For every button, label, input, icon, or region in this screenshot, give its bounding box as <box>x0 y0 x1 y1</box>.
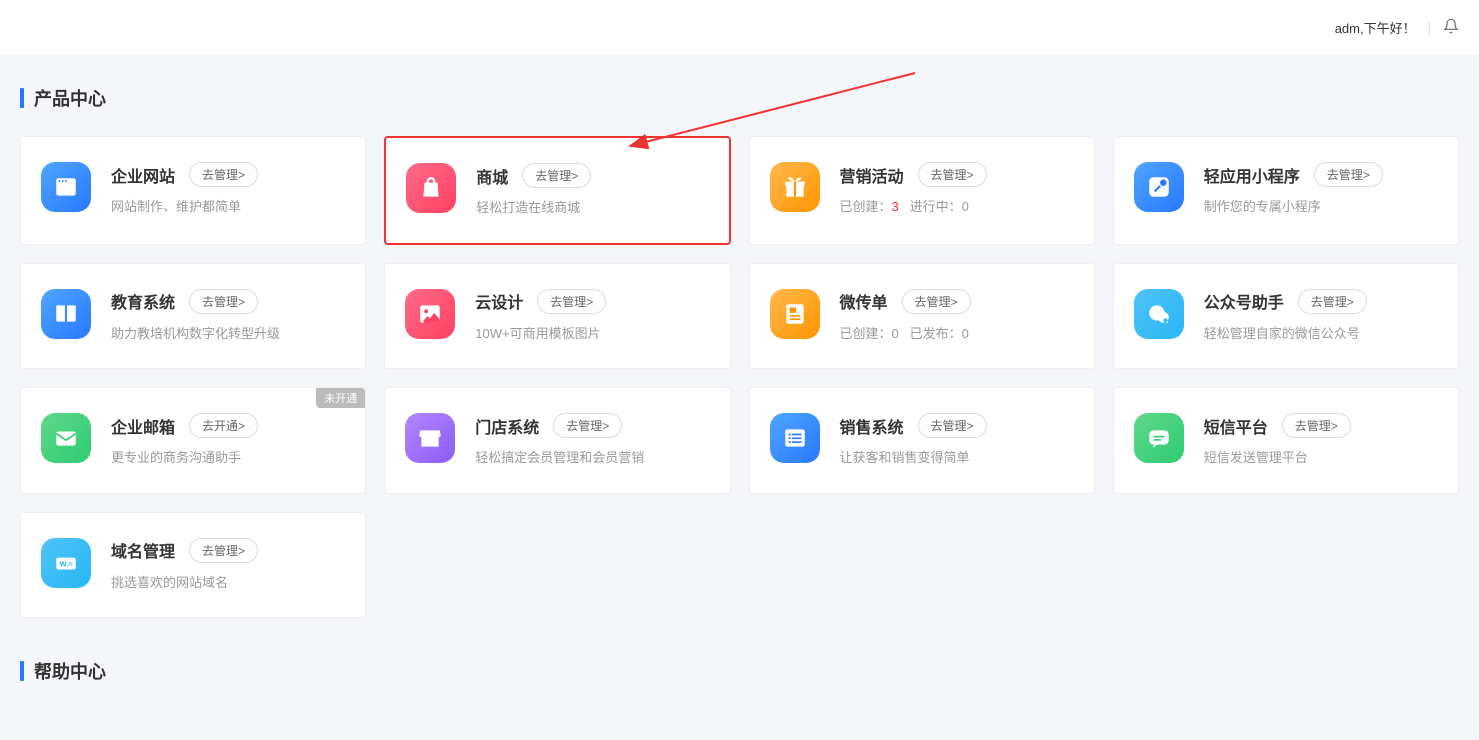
product-card[interactable]: 短信平台 去管理> 短信发送管理平台 <box>1113 387 1459 494</box>
product-card[interactable]: 门店系统 去管理> 轻松搞定会员管理和会员营销 <box>384 387 730 494</box>
manage-button[interactable]: 去管理> <box>189 538 258 563</box>
product-card[interactable]: 商城 去管理> 轻松打造在线商城 <box>384 136 730 245</box>
product-card[interactable]: 微传单 去管理> 已创建：0 已发布：0 <box>749 263 1095 370</box>
card-desc: 更专业的商务沟通助手 <box>111 448 345 468</box>
card-desc: 轻松搞定会员管理和会员营销 <box>475 448 709 468</box>
product-card[interactable]: 未开通 企业邮箱 去开通> 更专业的商务沟通助手 <box>20 387 366 494</box>
book-icon <box>41 289 91 339</box>
card-desc: 助力教培机构数字化转型升级 <box>111 324 345 344</box>
card-title: 微传单 <box>840 289 888 313</box>
status-badge: 未开通 <box>316 388 365 408</box>
section-title-products: 产品中心 <box>20 85 1459 111</box>
card-title: 轻应用小程序 <box>1204 163 1300 187</box>
header: adm,下午好！ | <box>0 0 1479 55</box>
product-card[interactable]: 销售系统 去管理> 让获客和销售变得简单 <box>749 387 1095 494</box>
manage-button[interactable]: 去管理> <box>1282 413 1351 438</box>
card-desc: 轻松管理自家的微信公众号 <box>1204 324 1438 344</box>
manage-button[interactable]: 去管理> <box>522 163 591 188</box>
section-title-help: 帮助中心 <box>20 658 1459 684</box>
product-card[interactable]: 轻应用小程序 去管理> 制作您的专属小程序 <box>1113 136 1459 245</box>
manage-button[interactable]: 去管理> <box>189 162 258 187</box>
product-card[interactable]: 企业网站 去管理> 网站制作、维护都简单 <box>20 136 366 245</box>
card-desc: 制作您的专属小程序 <box>1204 197 1438 217</box>
product-card[interactable]: 营销活动 去管理> 已创建：3 进行中：0 <box>749 136 1095 245</box>
card-title: 短信平台 <box>1204 414 1268 438</box>
section-title-text: 产品中心 <box>34 85 106 111</box>
divider: | <box>1428 20 1431 35</box>
section-title-text: 帮助中心 <box>34 658 106 684</box>
store-icon <box>405 413 455 463</box>
svg-text:W.=: W.= <box>60 559 74 568</box>
manage-button[interactable]: 去管理> <box>189 289 258 314</box>
card-title: 云设计 <box>475 289 523 313</box>
card-title: 商城 <box>476 164 508 188</box>
mail-icon <box>41 413 91 463</box>
card-title: 企业网站 <box>111 163 175 187</box>
card-title: 门店系统 <box>475 414 539 438</box>
product-card[interactable]: 公众号助手 去管理> 轻松管理自家的微信公众号 <box>1113 263 1459 370</box>
card-desc: 挑选喜欢的网站域名 <box>111 573 345 593</box>
card-title: 企业邮箱 <box>111 414 175 438</box>
product-card[interactable]: 云设计 去管理> 10W+可商用模板图片 <box>384 263 730 370</box>
list-icon <box>770 413 820 463</box>
image-icon <box>405 289 455 339</box>
manage-button[interactable]: 去管理> <box>537 289 606 314</box>
card-desc: 网站制作、维护都简单 <box>111 197 345 217</box>
card-desc: 让获客和销售变得简单 <box>840 448 1074 468</box>
card-desc: 10W+可商用模板图片 <box>475 324 709 344</box>
card-stats: 已创建：0 已发布：0 <box>840 326 969 341</box>
product-card[interactable]: 教育系统 去管理> 助力教培机构数字化转型升级 <box>20 263 366 370</box>
card-title: 域名管理 <box>111 538 175 562</box>
product-card[interactable]: W.= 域名管理 去管理> 挑选喜欢的网站域名 <box>20 512 366 619</box>
manage-button[interactable]: 去管理> <box>553 413 622 438</box>
manage-button[interactable]: 去管理> <box>1298 289 1367 314</box>
card-desc: 短信发送管理平台 <box>1204 448 1438 468</box>
bag-icon <box>406 163 456 213</box>
manage-button[interactable]: 去管理> <box>918 413 987 438</box>
window-icon <box>41 162 91 212</box>
card-title: 教育系统 <box>111 289 175 313</box>
greeting-text: adm,下午好！ <box>1335 18 1416 37</box>
card-title: 公众号助手 <box>1204 289 1284 313</box>
message-icon <box>1134 413 1184 463</box>
manage-button[interactable]: 去管理> <box>902 289 971 314</box>
wechat-icon <box>1134 289 1184 339</box>
gift-icon <box>770 162 820 212</box>
domain-icon: W.= <box>41 538 91 588</box>
card-desc: 轻松打造在线商城 <box>476 198 708 218</box>
manage-button[interactable]: 去开通> <box>189 413 258 438</box>
flyer-icon <box>770 289 820 339</box>
card-title: 销售系统 <box>840 414 904 438</box>
bell-icon[interactable] <box>1443 18 1459 37</box>
card-stats: 已创建：3 进行中：0 <box>840 199 969 214</box>
card-title: 营销活动 <box>840 163 904 187</box>
manage-button[interactable]: 去管理> <box>1314 162 1383 187</box>
manage-button[interactable]: 去管理> <box>918 162 987 187</box>
link-icon <box>1134 162 1184 212</box>
